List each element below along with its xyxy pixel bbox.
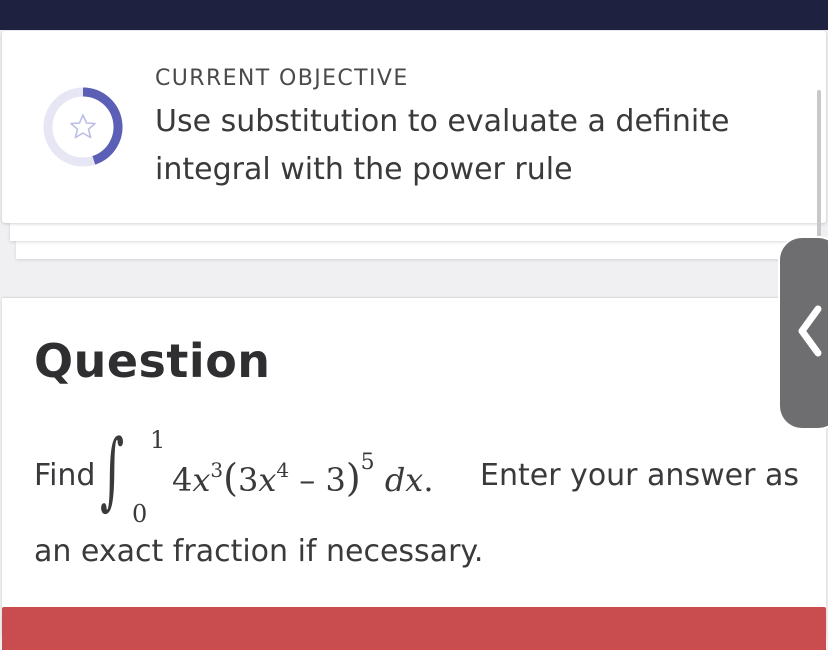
differential: dx <box>384 461 424 499</box>
outer-exponent: 5 <box>360 450 375 475</box>
period: . <box>423 461 434 499</box>
integral-expression: ∫ 1 0 4x3(3x4 – 3)5 dx. <box>100 420 480 530</box>
star-icon <box>70 114 96 139</box>
objective-label: CURRENT OBJECTIVE <box>155 66 409 91</box>
var-x-inner: x <box>258 461 277 499</box>
card-stack-shadow-2 <box>16 241 816 259</box>
question-instruction-line1: Enter your answer as <box>480 458 799 493</box>
exp-3: 3 <box>210 458 224 482</box>
question-title: Question <box>34 334 271 388</box>
objective-text: Use substitution to evaluate a definite … <box>155 104 730 187</box>
question-instruction-line2: an exact fraction if necessary. <box>34 534 484 569</box>
integral-lower-limit: 0 <box>132 500 148 528</box>
integral-upper-limit: 1 <box>150 426 166 454</box>
inner-coef: 3 <box>237 461 259 499</box>
card-stack-shadow-1 <box>10 223 818 241</box>
top-app-bar <box>0 0 828 30</box>
constant: 3 <box>325 461 346 499</box>
answer-feedback-bar <box>2 607 826 650</box>
minus-sign: – <box>299 461 316 499</box>
exp-4: 4 <box>276 458 290 482</box>
integral-sign: ∫ <box>100 421 125 519</box>
question-find-word: Find <box>34 458 96 493</box>
close-paren: ) <box>345 456 361 500</box>
coef: 4 <box>172 461 193 499</box>
objective-progress-ring <box>43 87 123 167</box>
integrand: 4x3(3x4 – 3)5 dx. <box>172 452 434 501</box>
open-paren: ( <box>223 456 238 500</box>
side-panel-toggle[interactable] <box>780 238 828 428</box>
chevron-left-icon <box>798 305 822 357</box>
var-x: x <box>192 461 211 499</box>
